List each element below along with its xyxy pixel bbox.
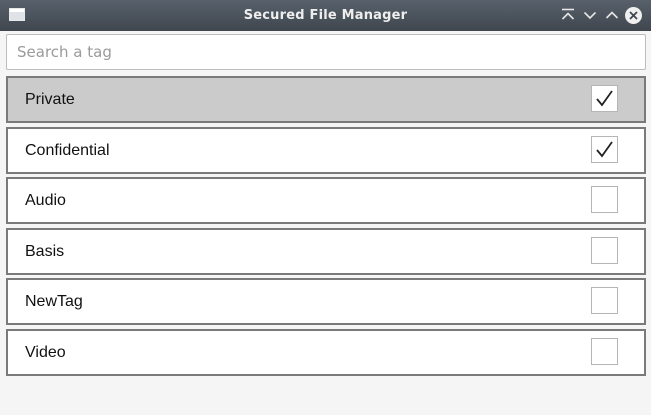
maximize-icon <box>605 11 619 19</box>
tag-label: Private <box>25 91 75 108</box>
tag-label: Audio <box>25 192 66 210</box>
title-bar[interactable]: Secured File Manager <box>0 0 651 31</box>
window-title: Secured File Manager <box>243 8 408 23</box>
shade-button[interactable] <box>559 6 577 24</box>
search-input[interactable] <box>6 34 646 70</box>
shade-icon <box>561 8 575 20</box>
tag-row-basis[interactable]: Basis <box>6 227 646 275</box>
tag-checkbox[interactable] <box>591 135 618 163</box>
tag-row-private[interactable]: Private <box>6 76 646 123</box>
tag-label: Confidential <box>25 141 110 159</box>
main-content: Private Confidential Audio <box>0 31 651 415</box>
tag-row-newtag[interactable]: NewTag <box>6 278 646 326</box>
tag-row-video[interactable]: Video <box>6 328 646 376</box>
tag-label: Basis <box>25 242 65 260</box>
maximize-button[interactable] <box>603 6 621 24</box>
tag-checkbox[interactable] <box>591 337 618 365</box>
tag-row-confidential[interactable]: Confidential <box>6 126 646 174</box>
tag-checkbox[interactable] <box>591 287 618 315</box>
tag-label: Video <box>25 343 66 361</box>
app-window: Secured File Manager Search a tag Privat… <box>0 0 651 415</box>
tag-row-audio[interactable]: Audio <box>6 177 646 225</box>
check-icon <box>596 141 613 158</box>
check-icon <box>596 90 613 107</box>
minimize-button[interactable] <box>581 6 599 24</box>
tag-checkbox[interactable] <box>591 85 618 112</box>
close-icon <box>625 7 642 24</box>
tag-checkbox[interactable] <box>591 186 618 214</box>
tag-checkbox[interactable] <box>591 236 618 264</box>
close-button[interactable] <box>624 6 642 24</box>
minimize-icon <box>583 11 597 20</box>
tag-list: Private Confidential Audio Basis NewTag … <box>6 76 646 380</box>
tag-label: NewTag <box>25 293 83 311</box>
